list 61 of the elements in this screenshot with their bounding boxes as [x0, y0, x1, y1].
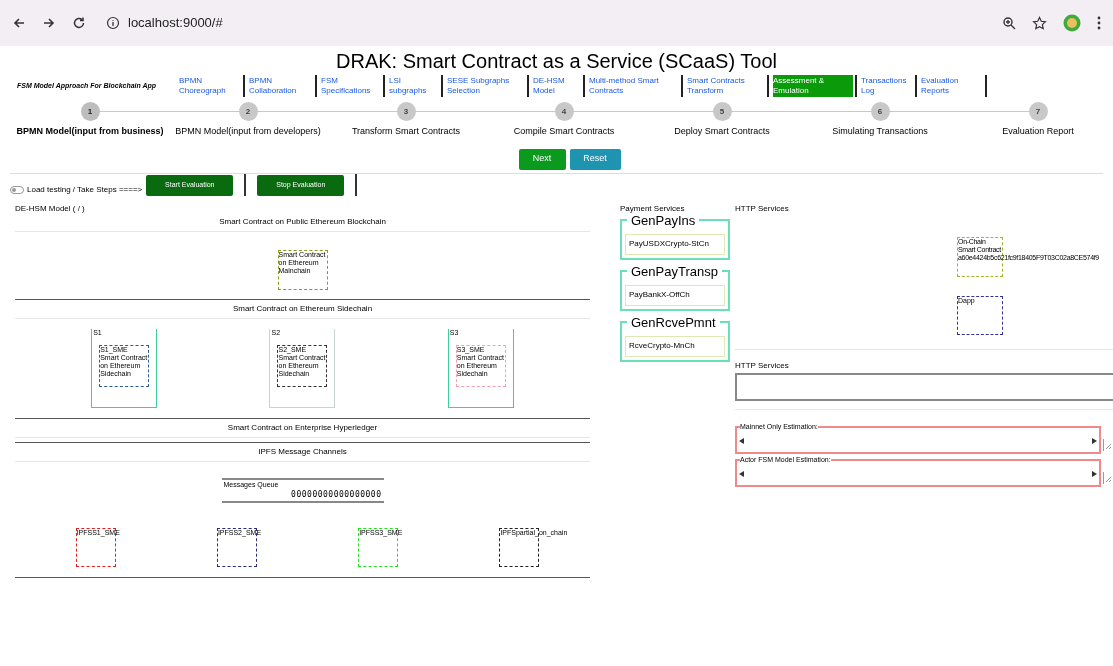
section-title: HTTP Services [735, 202, 790, 213]
scroll-right-icon[interactable] [1092, 471, 1097, 477]
scroll-right-icon[interactable] [1092, 438, 1097, 444]
nav-link[interactable]: SESE Subgraphs Selection [447, 75, 525, 97]
nav-link[interactable]: Smart Contracts Transform [687, 75, 765, 97]
nav-link[interactable]: Evaluation Reports [921, 75, 983, 97]
page-title: DRAK: Smart Contract as a Service (SCaaS) Tool [335, 49, 778, 73]
zoom-icon[interactable] [1002, 16, 1016, 30]
nav-link[interactable]: LSI subgraphs [389, 75, 439, 97]
step-number[interactable]: 7 [1028, 102, 1048, 121]
section-title: IPFS Message Channels [257, 446, 348, 457]
toggle-switch[interactable] [10, 186, 24, 194]
step-label: BPMN Model(input from developers) [175, 125, 321, 138]
nav-link[interactable]: Multi-method Smart Contracts [589, 75, 679, 97]
nav-link[interactable]: Assessment & Emulation [773, 75, 853, 97]
service-field: PayUSDXCrypto-StCn [625, 233, 725, 255]
avatar-icon[interactable] [1063, 14, 1081, 32]
step-label: Transform Smart Contracts [351, 125, 461, 138]
reload-icon[interactable] [72, 16, 86, 30]
nav-link[interactable]: Transactions Log [861, 75, 913, 97]
resize-handle-icon[interactable] [1103, 471, 1113, 484]
http-field[interactable] [735, 372, 1113, 401]
section-title: Payment Services [620, 202, 686, 213]
next-button[interactable]: Next [518, 148, 566, 170]
menu-icon[interactable] [1097, 16, 1101, 30]
resize-handle-icon[interactable] [1103, 438, 1113, 451]
section-title: Smart Contract on Ethereum Sidechain [231, 303, 374, 314]
reset-button[interactable]: Reset [569, 148, 621, 170]
back-icon[interactable] [12, 16, 26, 30]
model-title: DE-HSM Model ( / ) [15, 202, 86, 213]
step-label: Evaluation Report [1002, 125, 1074, 138]
nav-link[interactable]: BPMN Choreograph [179, 75, 241, 97]
section-title: Smart Contract on Public Ethereum Blockchain [218, 216, 387, 227]
nav-link[interactable]: BPMN Collaboration [249, 75, 313, 97]
field-label: HTTP Services [735, 359, 790, 372]
card-title: GenPayTransp [630, 263, 719, 279]
scroll-left-icon[interactable] [739, 471, 744, 477]
queue-value: 00000000000000000 [291, 488, 382, 501]
step-number[interactable]: 2 [238, 102, 258, 121]
scroll-left-icon[interactable] [739, 438, 744, 444]
card-title: GenPayIns [631, 212, 697, 228]
card-title: GenRcvePmnt [630, 314, 717, 330]
step-number[interactable]: 6 [870, 102, 890, 121]
section-title: Smart Contract on Enterprise Hyperledger [226, 422, 379, 433]
step-number[interactable]: 3 [396, 102, 416, 121]
step-number[interactable]: 5 [712, 102, 732, 121]
service-field: PayBankX-OffCh [625, 284, 725, 306]
step-number[interactable]: 4 [554, 102, 574, 121]
star-icon[interactable] [1032, 15, 1047, 31]
step-label: Compile Smart Contracts [513, 125, 615, 138]
nav-link[interactable]: DE-HSM Model [533, 75, 581, 97]
nav-link[interactable]: FSM Specifications [321, 75, 381, 97]
step-label: Deploy Smart Contracts [674, 125, 770, 138]
step-label: Simulating Transactions [832, 125, 928, 138]
service-field: RcveCrypto-MnCh [625, 335, 725, 357]
step-number[interactable]: 1 [80, 102, 100, 121]
toggle-label: Load testing / Take Steps ====> [27, 184, 143, 196]
url-text: localhost:9000/# [128, 14, 223, 33]
info-icon[interactable] [106, 16, 120, 30]
step-label: BPMN Model(input from business) [16, 125, 164, 138]
forward-icon[interactable] [42, 16, 56, 30]
